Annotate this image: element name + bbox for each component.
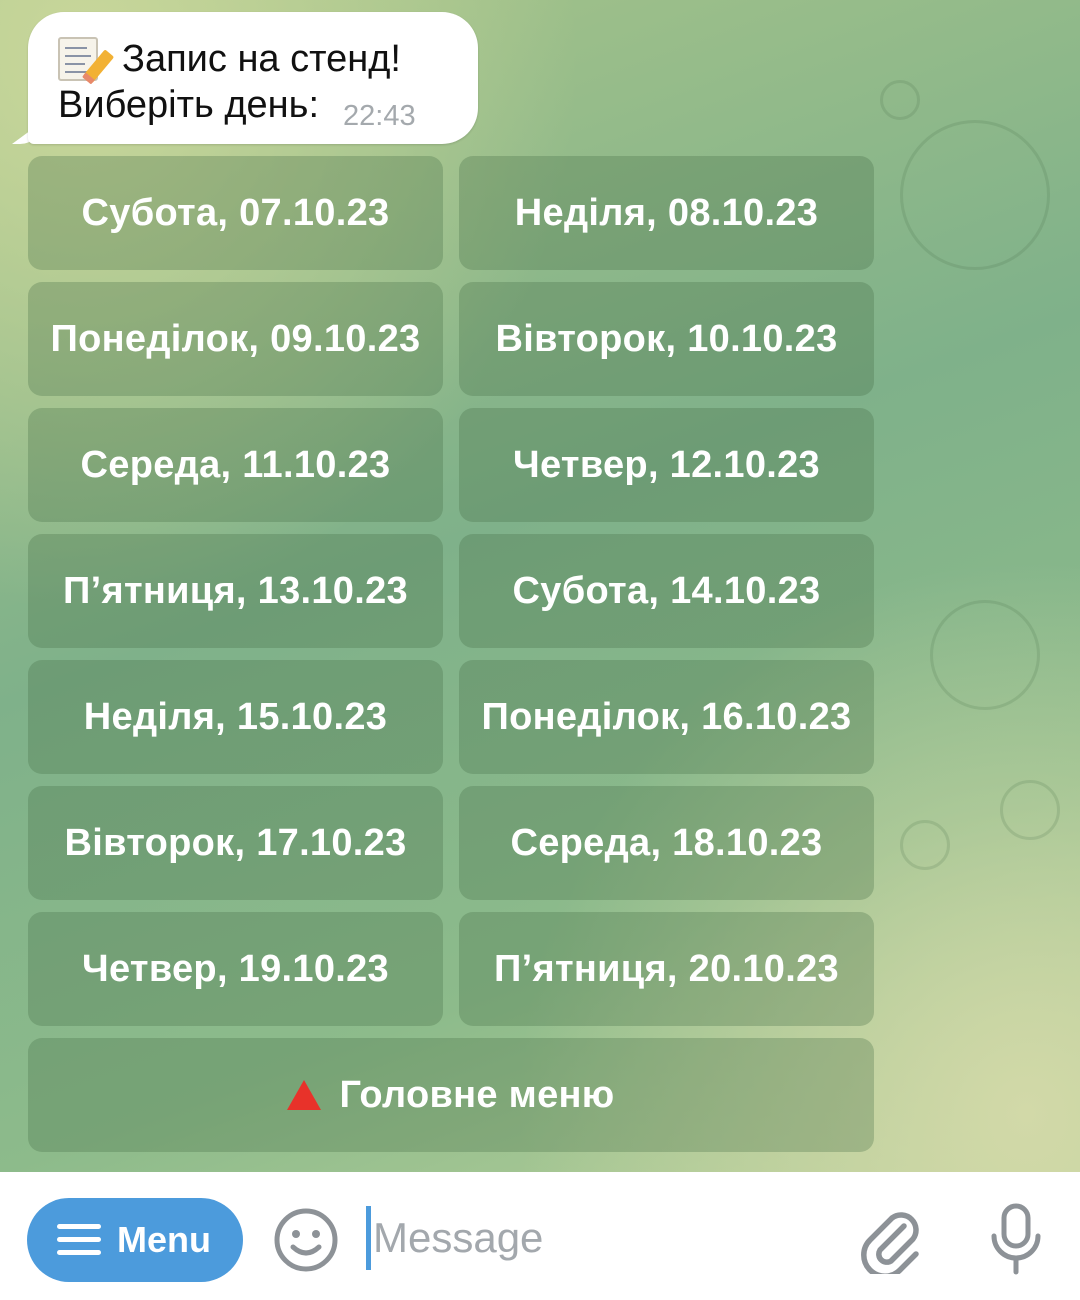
day-button-19-10[interactable]: Четвер, 19.10.23 [28, 912, 443, 1026]
paperclip-icon[interactable] [858, 1204, 924, 1274]
day-button-18-10[interactable]: Середа, 18.10.23 [459, 786, 874, 900]
memo-icon [58, 37, 115, 85]
day-button-13-10[interactable]: П’ятниця, 13.10.23 [28, 534, 443, 648]
bot-message-bubble: Запис на стенд! Виберіть день: 22:43 [28, 12, 478, 144]
day-button-11-10[interactable]: Середа, 11.10.23 [28, 408, 443, 522]
doodle-circle [880, 80, 920, 120]
doodle-circle [900, 820, 950, 870]
menu-label: Menu [117, 1219, 211, 1260]
bot-menu-button[interactable]: Menu [27, 1198, 243, 1282]
day-button-20-10[interactable]: П’ятниця, 20.10.23 [459, 912, 874, 1026]
doodle-circle [1000, 780, 1060, 840]
red-triangle-icon [287, 1080, 322, 1110]
message-line-2: Виберіть день: [58, 84, 320, 126]
message-input-bar: Menu [0, 1172, 1080, 1300]
day-button-12-10[interactable]: Четвер, 12.10.23 [459, 408, 874, 522]
message-line-1: Запис на стенд! [122, 37, 401, 80]
day-button-16-10[interactable]: Понеділок, 16.10.23 [459, 660, 874, 774]
day-button-08-10[interactable]: Неділя, 08.10.23 [459, 156, 874, 270]
message-time: 22:43 [343, 100, 416, 132]
day-button-09-10[interactable]: Понеділок, 09.10.23 [28, 282, 443, 396]
message-input[interactable] [366, 1206, 836, 1270]
main-menu-button[interactable]: Головне меню [28, 1038, 874, 1152]
microphone-icon[interactable] [986, 1202, 1046, 1278]
day-button-15-10[interactable]: Неділя, 15.10.23 [28, 660, 443, 774]
chat-background: Запис на стенд! Виберіть день: 22:43 Суб… [0, 0, 1080, 1172]
hamburger-icon [57, 1224, 101, 1256]
day-button-17-10[interactable]: Вівторок, 17.10.23 [28, 786, 443, 900]
main-menu-label: Головне меню [339, 1073, 615, 1116]
day-button-14-10[interactable]: Субота, 14.10.23 [459, 534, 874, 648]
day-button-07-10[interactable]: Субота, 07.10.23 [28, 156, 443, 270]
doodle-circle [900, 120, 1050, 270]
doodle-circle [930, 600, 1040, 710]
emoji-icon[interactable] [272, 1206, 340, 1274]
day-button-10-10[interactable]: Вівторок, 10.10.23 [459, 282, 874, 396]
